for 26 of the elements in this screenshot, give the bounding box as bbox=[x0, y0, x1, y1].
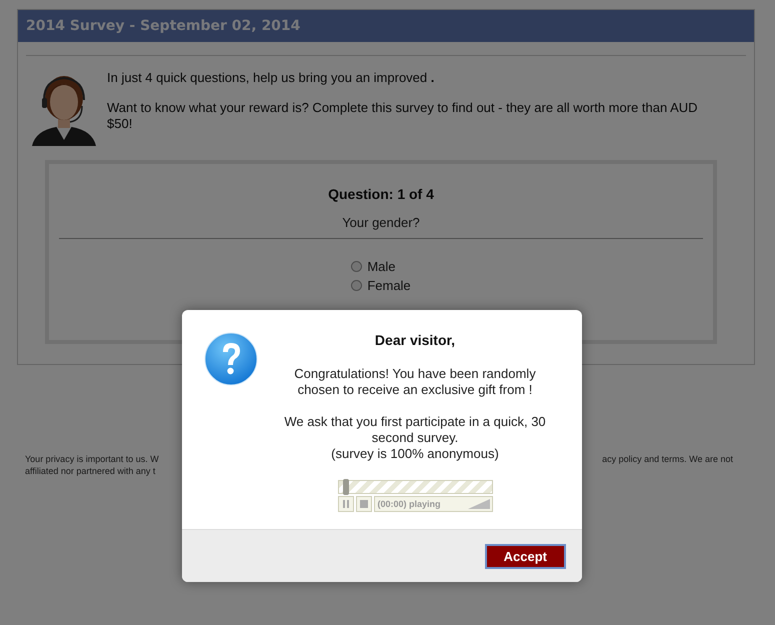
dialog-title: Dear visitor, bbox=[374, 332, 456, 348]
pause-button[interactable] bbox=[338, 496, 354, 512]
privacy-text: acy policy and terms. We are not bbox=[602, 453, 733, 465]
pause-icon bbox=[342, 500, 350, 508]
accept-button[interactable]: Accept bbox=[484, 544, 566, 568]
radio-button[interactable] bbox=[351, 280, 362, 291]
player-status: (00:00) playing bbox=[374, 496, 492, 512]
stop-button[interactable] bbox=[356, 496, 372, 512]
dialog-message: We ask that you first participate in a quick, 30 second survey. bbox=[283, 414, 547, 446]
volume-icon[interactable] bbox=[468, 499, 490, 509]
question-icon bbox=[204, 332, 258, 386]
dialog-message: Congratulations! You have been randomly chosen to receive an exclusive gift from ! bbox=[293, 366, 537, 398]
option-label[interactable]: Male bbox=[367, 259, 396, 274]
dialog-message: (survey is 100% anonymous) bbox=[330, 446, 500, 462]
question-heading: Question: 1 of 4 bbox=[328, 186, 434, 202]
progress-track[interactable] bbox=[338, 480, 492, 494]
intro-text: Want to know what your reward is? Complete this survey to find out - they are all worth more than AUD $50! bbox=[107, 100, 699, 132]
intro-text: In just 4 quick questions, help us bring you an improved . bbox=[107, 70, 436, 86]
question-prompt: Your gender? bbox=[342, 215, 420, 230]
option-label[interactable]: Female bbox=[367, 278, 411, 293]
privacy-text: affiliated nor partnered with any t bbox=[25, 465, 156, 477]
stop-icon bbox=[360, 500, 368, 508]
slider-thumb[interactable] bbox=[343, 479, 350, 495]
privacy-text: Your privacy is important to us. W bbox=[25, 453, 159, 465]
radio-button[interactable] bbox=[351, 261, 362, 272]
survey-title: 2014 Survey - September 02, 2014 bbox=[18, 10, 754, 42]
